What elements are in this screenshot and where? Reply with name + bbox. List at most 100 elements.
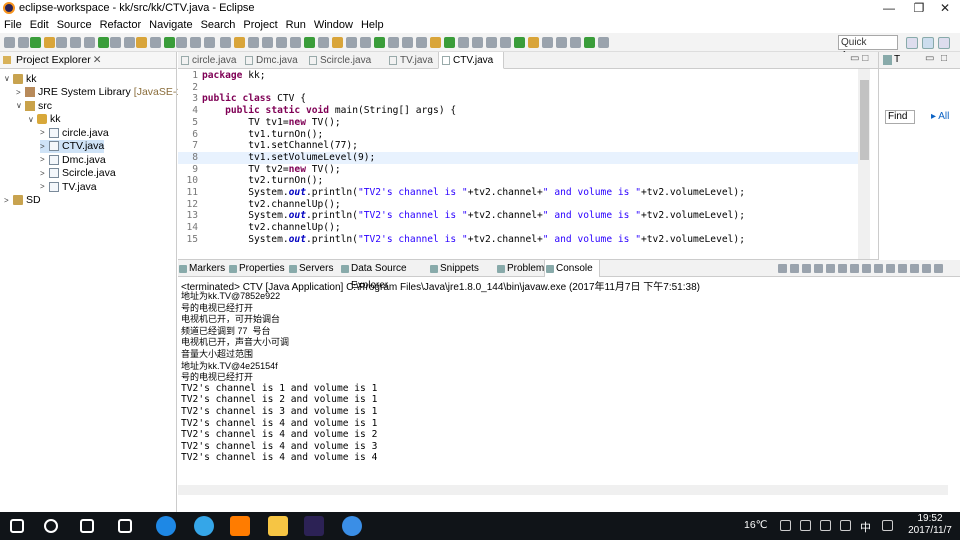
close-button[interactable]: ✕	[930, 0, 960, 16]
editor-tab[interactable]: Scircle.java	[306, 52, 384, 69]
console-toolbar-icon[interactable]	[910, 264, 919, 273]
code-line[interactable]: 10 tv2.turnOn();	[178, 175, 858, 187]
battery-icon[interactable]	[820, 520, 831, 531]
toolbar-button-icon[interactable]	[472, 37, 483, 48]
console-toolbar-icon[interactable]	[790, 264, 799, 273]
code-line[interactable]: 6 tv1.turnOn();	[178, 129, 858, 141]
collapsed-chevron-icon[interactable]: >	[40, 169, 49, 178]
illustrator-icon[interactable]	[230, 516, 250, 536]
code-line[interactable]: 9 TV tv2=new TV();	[178, 164, 858, 176]
toolbar-button-icon[interactable]	[44, 37, 55, 48]
collapsed-chevron-icon[interactable]: >	[40, 182, 49, 191]
code-line[interactable]: 12 tv2.channelUp();	[178, 199, 858, 211]
toolbar-button-icon[interactable]	[70, 37, 81, 48]
tray-app-icon[interactable]	[840, 520, 851, 531]
code-line[interactable]: 13 System.out.println("TV2's channel is …	[178, 210, 858, 222]
volume-icon[interactable]	[800, 520, 811, 531]
editor-tab[interactable]: TV.java	[386, 52, 436, 69]
toolbar-button-icon[interactable]	[290, 37, 301, 48]
toolbar-button-icon[interactable]	[18, 37, 29, 48]
editor-tab[interactable]: circle.java	[178, 52, 240, 69]
java-ee-perspective-icon[interactable]	[922, 37, 934, 49]
console-toolbar-icon[interactable]	[934, 264, 943, 273]
minimize-view-icon[interactable]: ▭	[925, 53, 934, 64]
close-view-icon[interactable]: ✕	[93, 54, 102, 66]
tree-item[interactable]: > JRE System Library [JavaSE-1.8]	[16, 86, 194, 99]
collapsed-chevron-icon[interactable]: >	[40, 128, 49, 137]
tree-item[interactable]: > Dmc.java	[40, 153, 106, 166]
toolbar-button-icon[interactable]	[430, 37, 441, 48]
toolbar-button-icon[interactable]	[204, 37, 215, 48]
toolbar-button-icon[interactable]	[150, 37, 161, 48]
toolbar-button-icon[interactable]	[220, 37, 231, 48]
menu-window[interactable]: Window	[314, 19, 353, 31]
tree-item[interactable]: ∨ kk	[4, 72, 37, 85]
menu-project[interactable]: Project	[243, 19, 277, 31]
system-clock[interactable]: 19:52 2017/11/7	[904, 513, 956, 537]
java-perspective-icon[interactable]	[938, 37, 950, 49]
menu-edit[interactable]: Edit	[30, 19, 49, 31]
editor-tab[interactable]: CTV.java	[438, 52, 504, 69]
tree-item[interactable]: > circle.java	[40, 126, 109, 139]
toolbar-button-icon[interactable]	[556, 37, 567, 48]
menu-search[interactable]: Search	[201, 19, 236, 31]
panel-tab-console[interactable]: Console	[544, 260, 600, 277]
toolbar-button-icon[interactable]	[458, 37, 469, 48]
editor-view-controls-icon[interactable]: ▭ □	[850, 53, 868, 64]
toolbar-button-icon[interactable]	[514, 37, 525, 48]
eclipse-icon[interactable]	[304, 516, 324, 536]
toolbar-button-icon[interactable]	[388, 37, 399, 48]
toolbar-button-icon[interactable]	[402, 37, 413, 48]
expanded-chevron-icon[interactable]: ∨	[4, 74, 13, 83]
project-explorer-title[interactable]: Project Explorer	[16, 54, 91, 66]
code-line[interactable]: 1 package kk;	[178, 70, 858, 82]
toolbar-button-icon[interactable]	[416, 37, 427, 48]
console-toolbar-icon[interactable]	[802, 264, 811, 273]
console-horizontal-scrollbar[interactable]	[178, 485, 948, 495]
toolbar-button-icon[interactable]	[304, 37, 315, 48]
console-toolbar-icon[interactable]	[922, 264, 931, 273]
editor-tab[interactable]: Dmc.java	[242, 52, 304, 69]
console-toolbar-icon[interactable]	[886, 264, 895, 273]
editor-scroll-thumb[interactable]	[860, 80, 869, 160]
start-icon[interactable]	[10, 519, 24, 533]
toolbar-button-icon[interactable]	[584, 37, 595, 48]
keyboard-icon[interactable]	[882, 520, 893, 531]
code-line[interactable]: 4 public static void main(String[] args)…	[178, 105, 858, 117]
find-input[interactable]: Find	[885, 110, 915, 124]
collapsed-chevron-icon[interactable]: >	[40, 142, 49, 151]
toolbar-button-icon[interactable]	[346, 37, 357, 48]
edge-icon[interactable]	[156, 516, 176, 536]
task-view-icon[interactable]	[80, 519, 94, 533]
toolbar-button-icon[interactable]	[444, 37, 455, 48]
code-line[interactable]: 5 TV tv1=new TV();	[178, 117, 858, 129]
toolbar-button-icon[interactable]	[360, 37, 371, 48]
all-link[interactable]: ▸ All	[931, 111, 949, 122]
toolbar-button-icon[interactable]	[190, 37, 201, 48]
menu-file[interactable]: File	[4, 19, 22, 31]
toolbar-button-icon[interactable]	[570, 37, 581, 48]
code-line[interactable]: 11 System.out.println("TV2's channel is …	[178, 187, 858, 199]
toolbar-button-icon[interactable]	[124, 37, 135, 48]
toolbar-button-icon[interactable]	[4, 37, 15, 48]
console-toolbar-icon[interactable]	[778, 264, 787, 273]
maximize-view-icon[interactable]: □	[941, 53, 947, 64]
network-icon[interactable]	[780, 520, 791, 531]
toolbar-button-icon[interactable]	[136, 37, 147, 48]
console-toolbar-icon[interactable]	[826, 264, 835, 273]
menu-source[interactable]: Source	[57, 19, 92, 31]
panel-tab-markers[interactable]: Markers	[178, 260, 228, 277]
tree-item[interactable]: ∨ src	[16, 99, 52, 112]
toolbar-button-icon[interactable]	[164, 37, 175, 48]
toolbar-button-icon[interactable]	[248, 37, 259, 48]
weather-temperature[interactable]: 16℃	[744, 519, 767, 531]
collapsed-chevron-icon[interactable]: >	[40, 155, 49, 164]
toolbar-button-icon[interactable]	[500, 37, 511, 48]
toolbar-button-icon[interactable]	[98, 37, 109, 48]
code-line[interactable]: 7 tv1.setChannel(77);	[178, 140, 858, 152]
toolbar-button-icon[interactable]	[176, 37, 187, 48]
toolbar-button-icon[interactable]	[276, 37, 287, 48]
menu-navigate[interactable]: Navigate	[149, 19, 192, 31]
store-icon[interactable]	[118, 519, 132, 533]
file-explorer-icon[interactable]	[268, 516, 288, 536]
